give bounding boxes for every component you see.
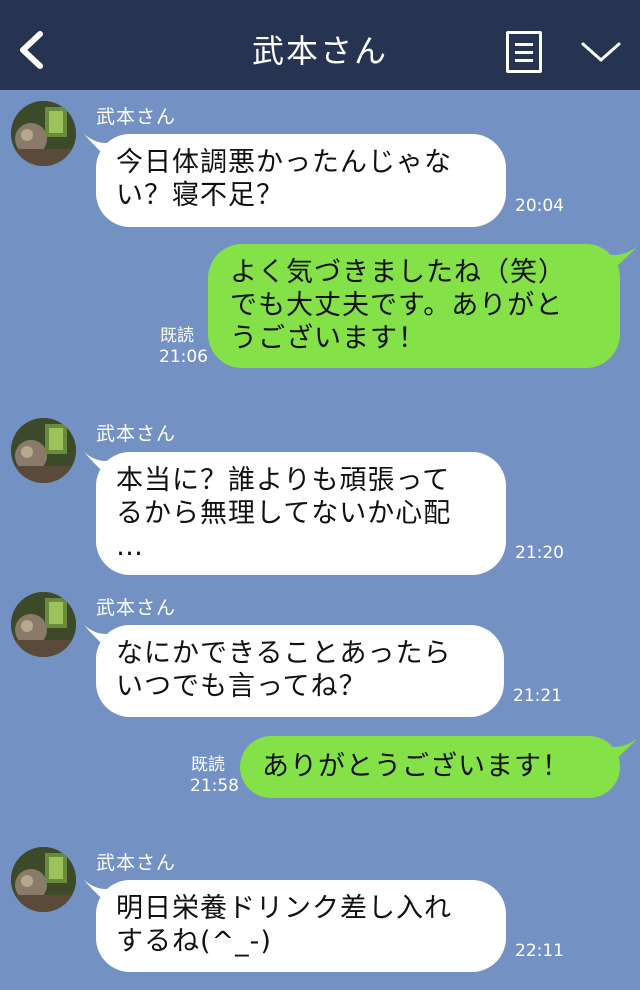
avatar[interactable] (11, 418, 76, 483)
message-line: よく気づきましたね（笑） (230, 257, 566, 288)
avatar-photo (11, 418, 76, 483)
message-line: なにかできることあったら (116, 638, 452, 669)
message-time: 21:21 (513, 686, 562, 706)
sender-name: 武本さん (96, 597, 177, 619)
message-time: 21:06 (159, 347, 208, 367)
message-line: でも大丈夫です。ありがと (230, 290, 564, 321)
avatar[interactable] (11, 592, 76, 657)
message-line: 明日栄養ドリンク差し入れ (116, 893, 452, 924)
message-bubble[interactable]: 明日栄養ドリンク差し入れ するね(^_-) (96, 880, 506, 972)
avatar-photo (11, 592, 76, 657)
chat-header: 武本さん (0, 0, 640, 90)
message-bubble[interactable]: ありがとうございます！ (240, 736, 620, 798)
message-bubble[interactable]: 今日体調悪かったんじゃな い？寝不足？ (96, 134, 506, 227)
message-time: 21:58 (190, 776, 239, 796)
message-bubble[interactable]: 本当に？誰よりも頑張って るから無理してないか心配 … (96, 452, 506, 575)
message-line: 今日体調悪かったんじゃな (116, 147, 452, 178)
message-line: るから無理してないか心配 (116, 498, 452, 529)
read-receipt: 既読 (191, 755, 225, 775)
message-line: 本当に？誰よりも頑張って (116, 465, 451, 496)
sender-name: 武本さん (96, 106, 177, 128)
read-receipt: 既読 (160, 326, 194, 346)
message-bubble[interactable]: なにかできることあったら いつでも言ってね？ (96, 625, 504, 717)
sender-name: 武本さん (96, 852, 177, 874)
avatar[interactable] (11, 101, 76, 166)
message-bubble[interactable]: よく気づきましたね（笑） でも大丈夫です。ありがと うございます！ (208, 244, 620, 368)
message-line: ありがとうございます！ (262, 751, 570, 782)
message-line: いつでも言ってね？ (116, 671, 367, 702)
message-time: 22:11 (515, 941, 564, 961)
chevron-down-icon[interactable] (580, 38, 622, 66)
message-line: うございます！ (230, 323, 426, 354)
message-time: 21:20 (515, 543, 564, 563)
avatar-photo (11, 101, 76, 166)
chat-title: 武本さん (251, 32, 388, 70)
avatar-photo (11, 847, 76, 912)
notes-icon[interactable] (506, 31, 542, 73)
avatar[interactable] (11, 847, 76, 912)
message-line: するね(^_-) (116, 926, 272, 957)
message-time: 20:04 (515, 196, 564, 216)
sender-name: 武本さん (96, 423, 177, 445)
message-line: … (116, 531, 144, 562)
message-line: い？寝不足？ (116, 180, 284, 211)
